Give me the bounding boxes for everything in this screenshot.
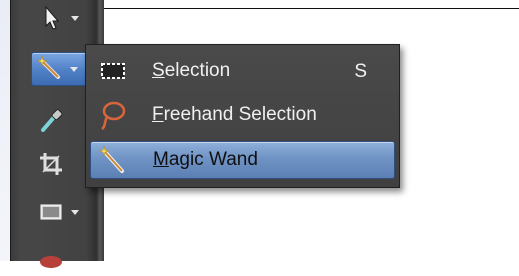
menu-item-magic-wand-label: Magic Wand bbox=[153, 149, 258, 170]
app-frame: Selection S Freehand Selection Magic Wan… bbox=[0, 0, 519, 268]
crop-icon bbox=[40, 153, 62, 175]
shape-tool-button[interactable] bbox=[29, 196, 99, 228]
chevron-down-icon[interactable] bbox=[71, 209, 79, 215]
lasso-icon bbox=[101, 101, 126, 130]
magic-wand-icon bbox=[98, 145, 124, 173]
menu-item-selection-shortcut: S bbox=[354, 61, 367, 82]
shape-icon bbox=[40, 204, 62, 220]
chevron-down-icon[interactable] bbox=[71, 15, 79, 21]
pointer-tool-button[interactable] bbox=[29, 2, 99, 34]
magic-wand-icon bbox=[36, 55, 60, 79]
menu-item-selection-label: Selection bbox=[152, 60, 231, 81]
selection-tools-menu: Selection S Freehand Selection Magic Wan… bbox=[85, 44, 400, 188]
red-eye-icon bbox=[40, 256, 62, 268]
chevron-down-icon[interactable] bbox=[70, 66, 78, 72]
menu-item-freehand-selection[interactable]: Freehand Selection bbox=[90, 97, 393, 133]
menu-item-freehand-selection-label: Freehand Selection bbox=[152, 104, 317, 125]
rectangle-selection-icon bbox=[101, 63, 125, 79]
pointer-icon bbox=[45, 5, 60, 30]
red-eye-tool-button[interactable] bbox=[29, 244, 99, 276]
eyedropper-icon bbox=[41, 109, 63, 132]
menu-item-selection[interactable]: Selection S bbox=[90, 53, 393, 89]
menu-item-magic-wand[interactable]: Magic Wand bbox=[90, 141, 395, 179]
tools-toolbar bbox=[10, 0, 99, 268]
canvas-margin bbox=[104, 0, 519, 8]
